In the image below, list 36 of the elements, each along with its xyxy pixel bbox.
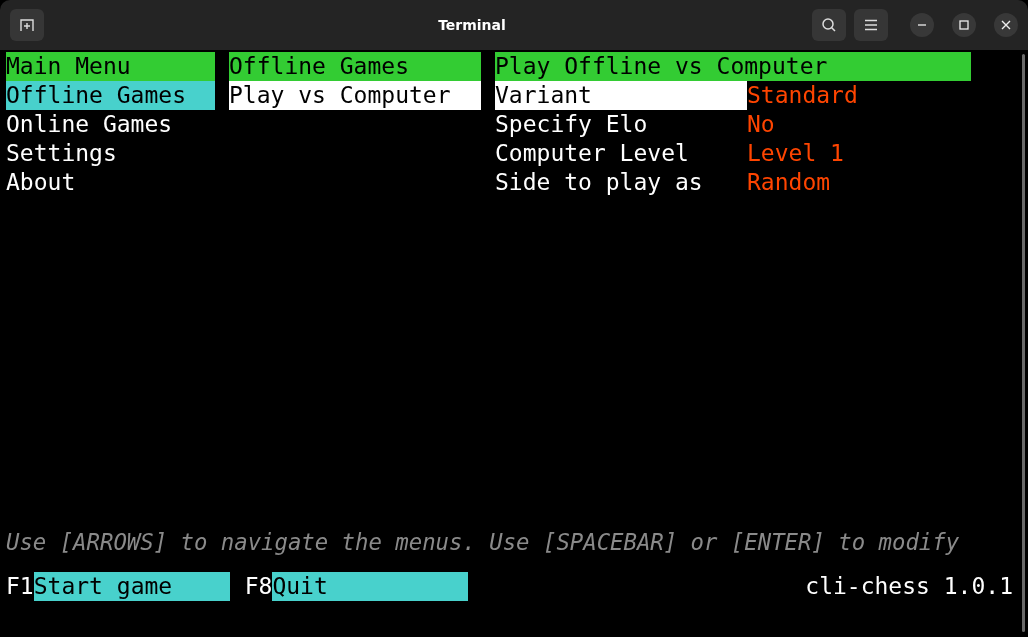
help-text: Use [ARROWS] to navigate the menus. Use [SPACEBAR] or [ENTER] to modify — [6, 528, 961, 557]
close-icon — [1001, 20, 1011, 30]
new-tab-button[interactable] — [10, 9, 44, 41]
key-label: F8 — [244, 572, 273, 601]
menu-item[interactable]: Online Games — [6, 110, 215, 139]
window-title: Terminal — [437, 17, 507, 33]
search-button[interactable] — [812, 9, 846, 41]
panel-header: Play Offline vs Computer — [495, 52, 971, 81]
option-label[interactable]: Variant — [495, 81, 747, 110]
minimize-icon — [918, 24, 926, 26]
option-value: Standard — [747, 81, 858, 110]
menu-header: Offline Games — [229, 52, 481, 81]
close-button[interactable] — [994, 13, 1018, 37]
option-value: No — [747, 110, 775, 139]
new-tab-icon — [19, 17, 35, 33]
option-value: Level 1 — [747, 139, 844, 168]
menu-item[interactable]: Play vs Computer — [229, 81, 481, 110]
function-key-button[interactable]: Start game — [33, 572, 230, 601]
menu-item[interactable]: Offline Games — [6, 81, 215, 110]
maximize-button[interactable] — [952, 13, 976, 37]
option-label[interactable]: Specify Elo — [495, 110, 747, 139]
key-label: F1 — [6, 572, 34, 601]
option-value: Random — [747, 168, 831, 197]
scrollbar[interactable] — [1022, 54, 1025, 632]
menu-header: Main Menu — [6, 52, 215, 81]
version-label: cli-chess 1.0.1 — [805, 572, 1013, 601]
search-icon — [821, 17, 837, 33]
option-label[interactable]: Side to play as — [495, 168, 747, 197]
menu-button[interactable] — [854, 9, 888, 41]
menu-item[interactable]: About — [6, 168, 215, 197]
function-key-button[interactable]: Quit — [272, 572, 469, 601]
menu-item[interactable]: Settings — [6, 139, 215, 168]
menu-icon — [864, 19, 878, 31]
maximize-icon — [959, 20, 969, 30]
option-label[interactable]: Computer Level — [495, 139, 747, 168]
minimize-button[interactable] — [910, 13, 934, 37]
